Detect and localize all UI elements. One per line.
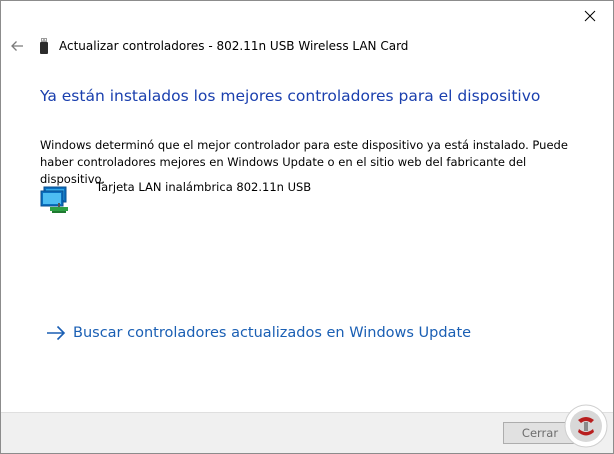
usb-device-icon (37, 38, 51, 54)
close-button[interactable] (567, 1, 613, 31)
dialog-header: Actualizar controladores - 802.11n USB W… (1, 32, 613, 60)
page-title: Ya están instalados los mejores controla… (40, 87, 541, 105)
device-name: Tarjeta LAN inalámbrica 802.11n USB (96, 180, 312, 194)
window-title: Actualizar controladores - 802.11n USB W… (59, 39, 409, 53)
network-adapter-icon (40, 186, 68, 213)
device-entry: Tarjeta LAN inalámbrica 802.11n USB (40, 179, 311, 215)
driver-update-dialog: Actualizar controladores - 802.11n USB W… (0, 0, 614, 454)
arrow-right-icon (46, 323, 66, 343)
windows-update-link[interactable]: Buscar controladores actualizados en Win… (46, 323, 471, 343)
back-button[interactable] (5, 34, 29, 58)
dialog-footer: Cerrar (1, 412, 613, 453)
back-arrow-icon (11, 41, 23, 51)
brand-logo-icon (564, 404, 608, 448)
close-icon (584, 10, 596, 22)
windows-update-link-label: Buscar controladores actualizados en Win… (73, 325, 472, 341)
